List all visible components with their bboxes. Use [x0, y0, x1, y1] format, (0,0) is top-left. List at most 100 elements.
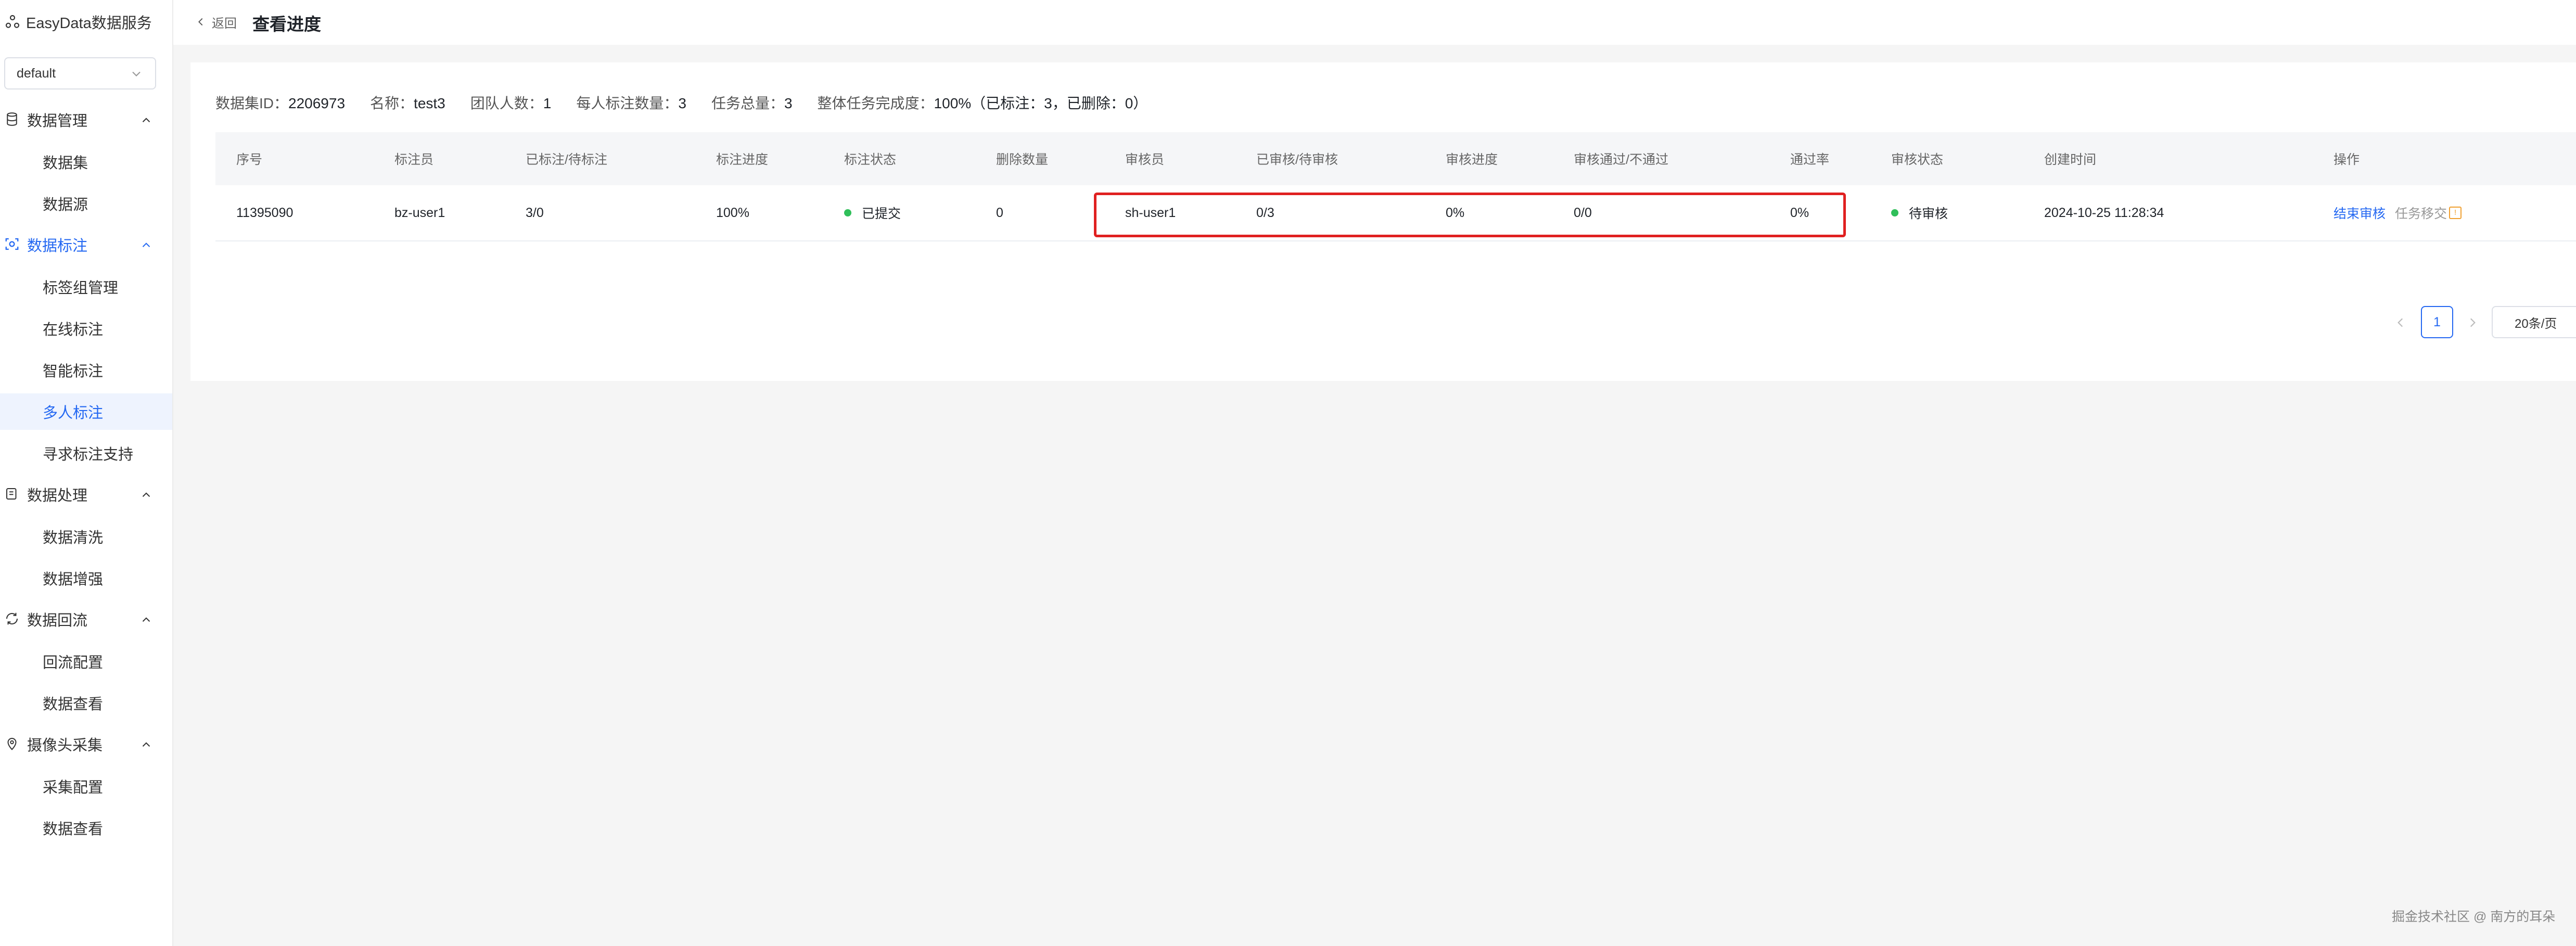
- status-text: 待审核: [1909, 207, 1948, 221]
- sidebar-item-annotation-support[interactable]: 寻求标注支持: [0, 435, 172, 471]
- table-header: 序号 标注员 已标注/待标注 标注进度 标注状态 删除数量 审核员 已审核/待审…: [215, 132, 2576, 185]
- sidebar-item-capture-view[interactable]: 数据查看: [0, 810, 172, 846]
- menu-group-camera-capture[interactable]: 摄像头采集: [0, 728, 173, 760]
- page-size-value: 20条/页: [2515, 316, 2557, 331]
- sidebar-item-datasources[interactable]: 数据源: [0, 185, 172, 222]
- info-value: 1: [543, 95, 552, 111]
- info-value: test3: [414, 95, 445, 111]
- next-page-button[interactable]: [2466, 307, 2481, 338]
- cell-pass-rate: 0%: [1790, 205, 1809, 220]
- dataset-name-info: 名称：test3: [370, 92, 445, 113]
- menu-group-data-annotation[interactable]: 数据标注: [0, 229, 173, 260]
- page-button-current[interactable]: 1: [2421, 306, 2453, 338]
- per-person-info: 每人标注数量：3: [576, 92, 686, 113]
- chevron-right-icon: [2470, 318, 2476, 327]
- column-header: 操作: [2333, 152, 2360, 167]
- column-header: 审核状态: [1891, 152, 1944, 167]
- page-title: 查看进度: [252, 15, 321, 34]
- menu-group-label: 数据标注: [27, 238, 88, 254]
- brand[interactable]: EasyData数据服务: [4, 10, 152, 33]
- cluster-icon: [5, 15, 20, 28]
- menu-group-data-reflow[interactable]: 数据回流: [0, 604, 173, 635]
- cell-status: 已提交: [844, 185, 901, 240]
- status-text: 已提交: [862, 207, 901, 221]
- process-icon: [6, 488, 17, 500]
- sidebar-item-label: 数据源: [43, 197, 88, 213]
- menu-group-label: 数据管理: [27, 113, 88, 130]
- sidebar-item-label: 数据查看: [43, 696, 104, 713]
- menu-group-label: 数据回流: [27, 612, 88, 629]
- database-icon: [7, 112, 17, 126]
- menu-group-label: 数据处理: [27, 488, 88, 504]
- scan-icon: [5, 238, 19, 250]
- sidebar-item-datasets[interactable]: 数据集: [0, 144, 172, 180]
- chevron-up-icon: [142, 492, 150, 497]
- sidebar-item-label: 回流配置: [43, 655, 104, 671]
- info-icon[interactable]: !: [2449, 207, 2462, 219]
- sidebar-item-label: 多人标注: [43, 405, 104, 421]
- refresh-icon: [6, 612, 18, 625]
- cell-review-progress: 0%: [1446, 205, 1465, 220]
- column-header: 序号: [236, 152, 263, 167]
- cell-reviewer: sh-user1: [1125, 205, 1176, 220]
- sidebar: EasyData数据服务 default 数据管理 数据集 数据源 数据标注 标…: [0, 0, 173, 946]
- info-value: 2206973: [288, 95, 346, 111]
- dataset-id-info: 数据集ID：2206973: [215, 92, 345, 113]
- chevron-up-icon: [142, 742, 150, 747]
- column-header: 已标注/待标注: [526, 152, 607, 167]
- sidebar-item-smart-annotation[interactable]: 智能标注: [0, 352, 172, 388]
- info-label: 整体任务完成度：: [817, 95, 934, 111]
- info-label: 团队人数：: [470, 95, 543, 111]
- info-value: 3: [678, 95, 686, 111]
- chevron-up-icon: [142, 242, 150, 247]
- sidebar-item-data-cleaning[interactable]: 数据清洗: [0, 518, 172, 555]
- cell-actions: 结束审核 任务移交 !: [2333, 185, 2462, 240]
- column-header: 创建时间: [2044, 152, 2097, 167]
- task-total-info: 任务总量：3: [711, 92, 793, 113]
- sidebar-item-label: 数据集: [43, 155, 88, 172]
- sidebar-item-data-augmentation[interactable]: 数据增强: [0, 560, 172, 596]
- chevron-left-icon: [2398, 318, 2403, 327]
- sidebar-item-online-annotation[interactable]: 在线标注: [0, 310, 172, 347]
- info-value: 3: [784, 95, 793, 111]
- back-button[interactable]: 返回: [195, 11, 237, 32]
- sidebar-item-reflow-config[interactable]: 回流配置: [0, 643, 172, 680]
- column-header: 通过率: [1790, 152, 1830, 167]
- sidebar-item-label: 在线标注: [43, 322, 104, 338]
- column-header: 删除数量: [996, 152, 1049, 167]
- column-header: 标注状态: [844, 152, 897, 167]
- sidebar-item-label: 标签组管理: [43, 280, 119, 297]
- watermark: 掘金技术社区 @ 南方的耳朵: [2392, 910, 2556, 924]
- status-dot: [1891, 209, 1898, 216]
- menu-group-data-management[interactable]: 数据管理: [0, 104, 173, 135]
- column-header: 标注员: [394, 152, 434, 167]
- info-value: 100%（已标注：3，已删除：0）: [934, 95, 1148, 111]
- chevron-left-icon: [198, 18, 203, 26]
- transfer-task-button[interactable]: 任务移交: [2395, 203, 2447, 222]
- cell-reviewed: 0/3: [1256, 205, 1274, 220]
- sidebar-item-label: 数据增强: [43, 571, 104, 588]
- workspace-select[interactable]: default: [4, 57, 156, 90]
- prev-page-button[interactable]: [2394, 307, 2409, 338]
- info-label: 每人标注数量：: [576, 95, 679, 111]
- table-row: 11395090 bz-user1 3/0 100% 已提交 0 sh-user…: [215, 185, 2576, 241]
- info-label: 名称：: [370, 95, 414, 111]
- cell-progress: 100%: [716, 205, 749, 220]
- sidebar-item-capture-config[interactable]: 采集配置: [0, 768, 172, 804]
- column-header: 标注进度: [716, 152, 769, 167]
- location-icon: [7, 738, 17, 750]
- end-review-button[interactable]: 结束审核: [2333, 203, 2386, 222]
- dataset-summary: 数据集ID：2206973 名称：test3 团队人数：1 每人标注数量：3 任…: [215, 90, 1172, 116]
- menu-group-data-processing[interactable]: 数据处理: [0, 479, 173, 510]
- chevron-down-icon: [132, 71, 141, 76]
- sidebar-item-multi-annotation[interactable]: 多人标注: [0, 393, 172, 430]
- page-size-select[interactable]: 20条/页: [2492, 306, 2576, 338]
- cell-id: 11395090: [236, 205, 294, 220]
- cell-created: 2024-10-25 11:28:34: [2044, 205, 2164, 220]
- sidebar-item-reflow-view[interactable]: 数据查看: [0, 685, 172, 721]
- cell-annotator: bz-user1: [394, 205, 445, 220]
- info-label: 数据集ID：: [215, 95, 289, 111]
- sidebar-item-label-groups[interactable]: 标签组管理: [0, 269, 172, 305]
- progress-card: 数据集ID：2206973 名称：test3 团队人数：1 每人标注数量：3 任…: [190, 62, 2576, 381]
- column-header: 已审核/待审核: [1256, 152, 1338, 167]
